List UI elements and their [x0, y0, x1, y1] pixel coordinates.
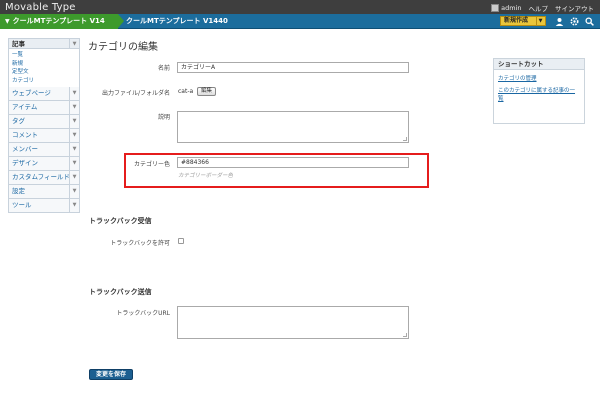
trackback-receive-title: トラックバック受信 — [89, 217, 152, 225]
folder-label: 出力ファイル/フォルダ名 — [101, 90, 170, 97]
top-links: admin ヘルプ サインアウト — [491, 3, 594, 13]
sidebar-item-label: 設定 — [12, 187, 25, 195]
sidebar-entry-submenu: 一覧 新規 定型文 カテゴリ — [8, 49, 80, 87]
color-label: カテゴリー色 — [133, 161, 170, 168]
trackback-allow-checkbox[interactable] — [178, 238, 184, 244]
nav-bar: ▼ クールMTテンプレート V14 クールMTテンプレート V1440 新規作成 ▼ — [0, 14, 600, 29]
page-title: カテゴリの編集 — [88, 42, 158, 53]
sidebar-item-member[interactable]: メンバー ▼ — [8, 143, 80, 157]
sidebar-item-label: タグ — [12, 117, 25, 125]
signout-link[interactable]: サインアウト — [555, 3, 594, 13]
description-label: 説明 — [157, 114, 170, 121]
sidebar-sub-list[interactable]: 一覧 — [12, 51, 79, 60]
color-hint: カテゴリーボーダー色 — [178, 173, 234, 179]
sidebar-item-webpage[interactable]: ウェブページ ▼ — [8, 87, 80, 101]
triangle-down-icon: ▼ — [5, 18, 10, 25]
sidebar-item-label: カスタムフィールド — [12, 173, 70, 181]
sidebar-item-label: ウェブページ — [12, 89, 51, 97]
sidebar-sub-new[interactable]: 新規 — [12, 60, 79, 69]
sidebar: 記事 ▼ 一覧 新規 定型文 カテゴリ ウェブページ ▼ アイテム ▼ タグ ▼ コメン… — [8, 38, 80, 213]
shortcut-link-entries[interactable]: このカテゴリに属する記事の一覧 — [498, 87, 580, 103]
new-button-label: 新規作成 — [504, 17, 529, 24]
sidebar-item-tag[interactable]: タグ ▼ — [8, 115, 80, 129]
name-input[interactable]: カテゴリーA — [177, 62, 409, 73]
top-bar: Movable Type admin ヘルプ サインアウト — [0, 0, 600, 14]
sidebar-item-item[interactable]: アイテム ▼ — [8, 101, 80, 115]
shortcut-title: ショートカット — [494, 59, 584, 70]
site-name: クールMTテンプレート V14 — [12, 17, 105, 25]
chevron-down-icon[interactable]: ▼ — [69, 39, 79, 48]
chevron-down-icon[interactable]: ▼ — [69, 129, 79, 142]
sidebar-item-tools[interactable]: ツール ▼ — [8, 199, 80, 213]
save-button[interactable]: 変更を保存 — [89, 369, 133, 380]
sidebar-item-design[interactable]: デザイン ▼ — [8, 157, 80, 171]
trackback-send-title: トラックバック送信 — [89, 288, 152, 296]
chevron-down-icon[interactable]: ▼ — [69, 185, 79, 198]
user-icon[interactable] — [555, 17, 564, 26]
user-icon — [491, 4, 500, 12]
shortcut-panel: ショートカット カテゴリの管理 このカテゴリに属する記事の一覧 — [493, 58, 585, 124]
sidebar-item-label: メンバー — [12, 145, 38, 153]
folder-value: cat-a — [178, 88, 194, 95]
chevron-down-icon[interactable]: ▼ — [69, 87, 79, 100]
chevron-down-icon[interactable]: ▼ — [69, 171, 79, 184]
sidebar-item-customfield[interactable]: カスタムフィールド ▼ — [8, 171, 80, 185]
site-switcher[interactable]: ▼ クールMTテンプレート V14 — [0, 14, 118, 29]
new-button[interactable]: 新規作成 ▼ — [500, 16, 546, 26]
chevron-down-icon[interactable]: ▼ — [69, 157, 79, 170]
shortcut-link-manage[interactable]: カテゴリの管理 — [498, 75, 580, 83]
sidebar-item-label: アイテム — [12, 103, 38, 111]
resize-grip-icon[interactable] — [403, 333, 407, 337]
sidebar-sub-boilerplate[interactable]: 定型文 — [12, 68, 79, 77]
chevron-down-icon[interactable]: ▼ — [69, 143, 79, 156]
sidebar-item-comment[interactable]: コメント ▼ — [8, 129, 80, 143]
blog-name[interactable]: クールMTテンプレート V1440 — [126, 14, 228, 29]
sidebar-item-label: コメント — [12, 131, 38, 139]
color-input[interactable]: #884366 — [177, 157, 409, 168]
folder-edit-button[interactable]: 編集 — [197, 87, 217, 96]
chevron-down-icon[interactable]: ▼ — [69, 115, 79, 128]
chevron-down-icon[interactable]: ▼ — [536, 17, 544, 25]
sidebar-group-entry[interactable]: 記事 ▼ — [8, 38, 80, 49]
sidebar-item-settings[interactable]: 設定 ▼ — [8, 185, 80, 199]
description-textarea[interactable] — [177, 111, 409, 143]
resize-grip-icon[interactable] — [403, 137, 407, 141]
trackback-url-textarea[interactable] — [177, 306, 409, 339]
sidebar-item-label: ツール — [12, 201, 32, 209]
sidebar-group-label: 記事 — [12, 40, 25, 48]
app-logo[interactable]: Movable Type — [5, 2, 76, 13]
user-name[interactable]: admin — [501, 4, 521, 12]
shortcut-links: カテゴリの管理 このカテゴリに属する記事の一覧 — [494, 70, 584, 108]
search-icon[interactable] — [585, 17, 594, 26]
breadcrumb-arrow — [118, 14, 124, 28]
name-label: 名前 — [157, 65, 170, 72]
sidebar-sub-category[interactable]: カテゴリ — [12, 77, 79, 86]
trackback-url-label: トラックバックURL — [116, 310, 170, 317]
nav-icons — [555, 17, 594, 26]
help-link[interactable]: ヘルプ — [529, 3, 549, 13]
chevron-down-icon[interactable]: ▼ — [69, 199, 79, 212]
gear-icon[interactable] — [570, 17, 579, 26]
user-menu[interactable]: admin — [491, 4, 522, 12]
chevron-down-icon[interactable]: ▼ — [69, 101, 79, 114]
trackback-allow-label: トラックバックを許可 — [110, 240, 170, 247]
sidebar-item-label: デザイン — [12, 159, 38, 167]
